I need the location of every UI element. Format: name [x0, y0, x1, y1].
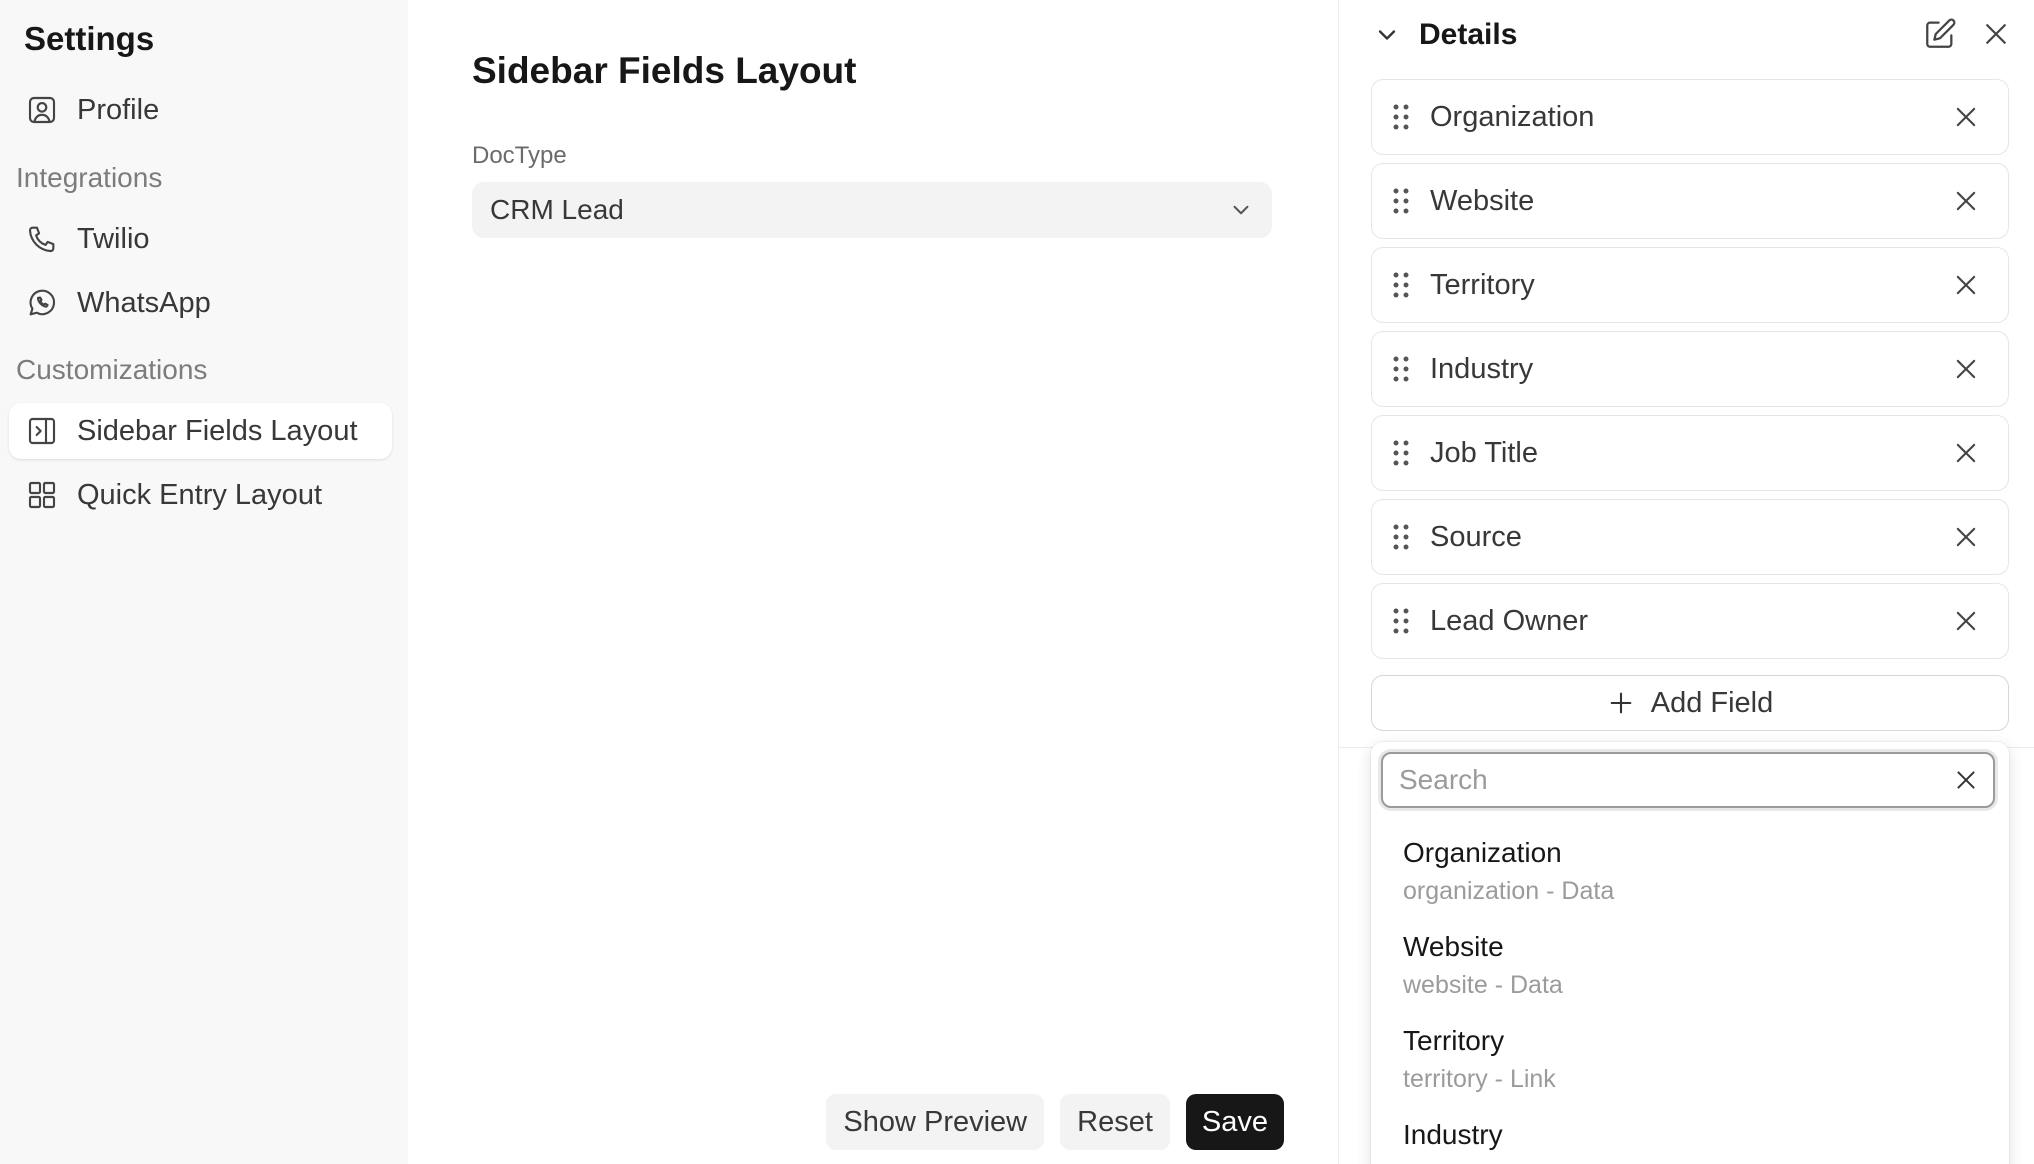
- sidebar-item-label: Quick Entry Layout: [77, 478, 322, 511]
- search-box: [1381, 752, 1995, 808]
- sidebar-item-quick-entry-layout[interactable]: Quick Entry Layout: [9, 467, 392, 523]
- close-icon[interactable]: [1981, 19, 2011, 49]
- reset-button[interactable]: Reset: [1060, 1094, 1170, 1150]
- drag-handle-icon[interactable]: [1390, 270, 1412, 300]
- main-content: Sidebar Fields Layout DocType CRM Lead S…: [408, 0, 1338, 1164]
- option-website[interactable]: Website website - Data: [1403, 930, 1993, 1002]
- doctype-label: DocType: [472, 142, 567, 169]
- phone-icon: [25, 222, 59, 256]
- sidebar-item-sidebar-fields-layout[interactable]: Sidebar Fields Layout: [9, 403, 392, 459]
- user-square-icon: [25, 93, 59, 127]
- search-input[interactable]: [1399, 764, 1953, 796]
- field-picker-dropdown: Organization organization - Data Website…: [1371, 742, 2009, 1164]
- field-row-industry[interactable]: Industry: [1371, 331, 2009, 407]
- remove-field-icon[interactable]: [1952, 439, 1980, 467]
- footer-actions: Show Preview Reset Save: [826, 1094, 1284, 1150]
- sidebar-item-label: Profile: [77, 93, 160, 126]
- option-industry[interactable]: Industry: [1403, 1118, 1993, 1152]
- section-integrations: Integrations: [16, 162, 163, 193]
- app-window: Settings Profile Integrations Twilio Wha…: [0, 0, 2034, 1164]
- doctype-value: CRM Lead: [490, 194, 624, 225]
- option-meta: organization - Data: [1403, 877, 1615, 905]
- chevron-down-icon: [1233, 205, 1249, 215]
- whatsapp-icon: [25, 286, 59, 320]
- option-label: Website: [1403, 931, 1504, 962]
- sidebar-item-label: Sidebar Fields Layout: [77, 414, 358, 447]
- field-row-territory[interactable]: Territory: [1371, 247, 2009, 323]
- field-label: Industry: [1430, 352, 1534, 385]
- clear-search-icon[interactable]: [1953, 767, 1979, 793]
- field-row-source[interactable]: Source: [1371, 499, 2009, 575]
- option-label: Territory: [1403, 1025, 1505, 1056]
- add-field-button[interactable]: Add Field: [1371, 675, 2009, 731]
- remove-field-icon[interactable]: [1952, 271, 1980, 299]
- edit-icon[interactable]: [1923, 17, 1957, 51]
- field-row-website[interactable]: Website: [1371, 163, 2009, 239]
- drag-handle-icon[interactable]: [1390, 438, 1412, 468]
- doctype-select[interactable]: CRM Lead: [472, 182, 1272, 238]
- field-label: Territory: [1430, 268, 1535, 301]
- add-field-label: Add Field: [1650, 686, 1774, 719]
- option-territory[interactable]: Territory territory - Link: [1403, 1024, 1993, 1096]
- drag-handle-icon[interactable]: [1390, 522, 1412, 552]
- sidebar-item-twilio[interactable]: Twilio: [9, 211, 392, 267]
- details-title: Details: [1419, 18, 1518, 51]
- settings-sidebar: Settings Profile Integrations Twilio Wha…: [0, 0, 408, 1164]
- sidebar-item-label: Twilio: [77, 222, 150, 255]
- details-header: Details: [1339, 0, 2034, 70]
- remove-field-icon[interactable]: [1952, 103, 1980, 131]
- option-label: Industry: [1403, 1119, 1503, 1150]
- remove-field-icon[interactable]: [1952, 607, 1980, 635]
- field-row-organization[interactable]: Organization: [1371, 79, 2009, 155]
- remove-field-icon[interactable]: [1952, 187, 1980, 215]
- remove-field-icon[interactable]: [1952, 523, 1980, 551]
- sidebar-item-whatsapp[interactable]: WhatsApp: [9, 275, 392, 331]
- section-customizations: Customizations: [16, 354, 208, 385]
- field-label: Website: [1430, 184, 1535, 217]
- option-meta: website - Data: [1403, 971, 1563, 999]
- drag-handle-icon[interactable]: [1390, 606, 1412, 636]
- option-meta: territory - Link: [1403, 1065, 1556, 1093]
- sidebar-item-label: WhatsApp: [77, 286, 211, 319]
- chevron-down-icon[interactable]: [1373, 21, 1401, 49]
- details-panel: Details Organization Website Territory I…: [1338, 0, 2034, 1164]
- field-row-lead-owner[interactable]: Lead Owner: [1371, 583, 2009, 659]
- field-label: Source: [1430, 520, 1522, 553]
- drag-handle-icon[interactable]: [1390, 102, 1412, 132]
- field-label: Job Title: [1430, 436, 1538, 469]
- save-button[interactable]: Save: [1185, 1094, 1284, 1150]
- drag-handle-icon[interactable]: [1390, 186, 1412, 216]
- grid-icon: [25, 478, 59, 512]
- sidebar-layout-icon: [25, 414, 59, 448]
- drag-handle-icon[interactable]: [1390, 354, 1412, 384]
- remove-field-icon[interactable]: [1952, 355, 1980, 383]
- option-label: Organization: [1403, 837, 1562, 868]
- plus-icon: [1610, 692, 1632, 714]
- field-label: Organization: [1430, 100, 1595, 133]
- settings-title: Settings: [24, 20, 155, 57]
- show-preview-button[interactable]: Show Preview: [826, 1094, 1045, 1150]
- field-row-job-title[interactable]: Job Title: [1371, 415, 2009, 491]
- option-organization[interactable]: Organization organization - Data: [1403, 836, 1993, 908]
- field-label: Lead Owner: [1430, 604, 1588, 637]
- sidebar-item-profile[interactable]: Profile: [9, 82, 392, 138]
- page-title: Sidebar Fields Layout: [472, 50, 857, 91]
